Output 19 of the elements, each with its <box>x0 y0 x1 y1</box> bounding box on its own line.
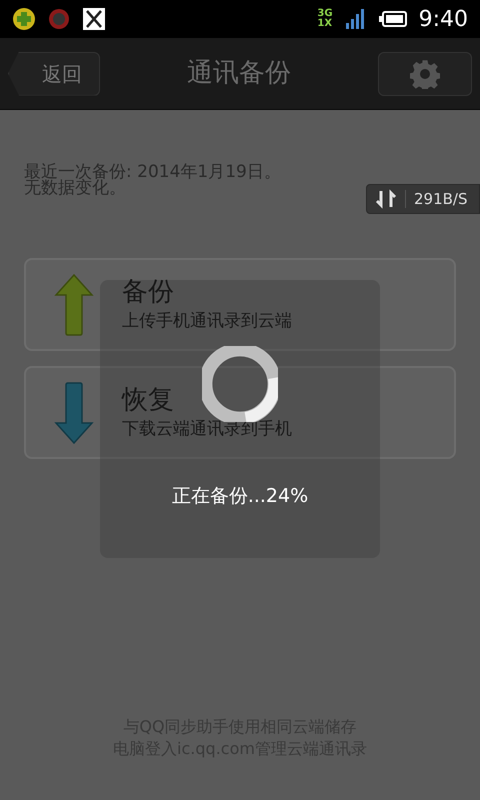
network-type: 3G <box>317 9 333 19</box>
page-title: 通讯备份 <box>186 57 292 90</box>
transfer-icon <box>375 189 397 209</box>
action-subtitle: 上传手机通讯录到云端 <box>122 313 292 330</box>
speed-text: 291B/S <box>414 189 468 210</box>
settings-button[interactable] <box>378 52 472 96</box>
up-arrow-icon <box>54 272 94 336</box>
progress-message: 正在备份...24% <box>172 484 308 509</box>
signal-icon <box>344 9 367 29</box>
battery-icon <box>378 11 407 27</box>
down-arrow-icon <box>54 380 94 444</box>
action-title: 恢复 <box>122 387 174 413</box>
action-card[interactable]: 备份 上传手机通讯录到云端 <box>24 258 456 351</box>
plus-circle-icon <box>12 7 36 31</box>
action-title: 备份 <box>122 279 174 305</box>
back-button[interactable]: 返回 <box>8 52 100 96</box>
network-type: 1X <box>317 19 333 29</box>
settings-icon <box>410 58 440 88</box>
clock: 9:40 <box>418 6 468 34</box>
